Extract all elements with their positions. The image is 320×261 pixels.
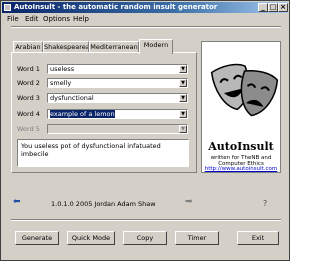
minimize-button[interactable]: _ (258, 3, 268, 12)
word-5-select: ▼ (47, 124, 188, 134)
word-2-select[interactable]: smelly ▼ (47, 78, 188, 88)
logo-panel: AutoInsult written for TheNB and Compute… (201, 41, 281, 173)
word-4-value: example of a lemon (50, 110, 115, 118)
back-arrow-icon[interactable]: ⬅ (13, 197, 21, 207)
chevron-down-icon[interactable]: ▼ (179, 94, 187, 102)
copy-button[interactable]: Copy (123, 231, 167, 245)
close-button[interactable]: × (278, 3, 288, 12)
version-text: 1.0.1.0 2005 Jordan Adam Shaw (51, 200, 156, 208)
menu-bar: File Edit Options Help (3, 14, 288, 24)
menu-help[interactable]: Help (73, 14, 89, 24)
chevron-down-icon[interactable]: ▼ (179, 110, 187, 118)
theatre-masks-icon (210, 63, 279, 117)
button-bar: Generate Quick Mode Copy Timer Exit (11, 225, 281, 249)
word-3-value: dysfunctional (50, 94, 94, 102)
word-4-label: Word 4 (17, 110, 40, 118)
word-3-select[interactable]: dysfunctional ▼ (47, 93, 188, 103)
separator (11, 219, 281, 221)
maximize-button[interactable]: □ (268, 3, 278, 12)
quick-mode-button[interactable]: Quick Mode (67, 231, 115, 245)
generate-button[interactable]: Generate (15, 231, 59, 245)
menu-file[interactable]: File (7, 14, 19, 24)
word-2-value: smelly (50, 79, 72, 87)
insult-output[interactable]: You useless pot of dysfunctional infatua… (17, 139, 189, 167)
word-4-select[interactable]: example of a lemon ▼ (47, 109, 188, 119)
window-title: AutoInsult - the automatic random insult… (14, 3, 218, 11)
word-5-label: Word 5 (17, 125, 40, 133)
website-link[interactable]: http://www.autoinsult.com (202, 166, 280, 172)
menu-edit[interactable]: Edit (25, 14, 39, 24)
app-icon (4, 4, 11, 11)
word-1-select[interactable]: useless ▼ (47, 64, 188, 74)
word-2-label: Word 2 (17, 79, 40, 87)
forward-arrow-icon[interactable]: ➡ (185, 197, 193, 207)
chevron-down-icon: ▼ (179, 125, 187, 133)
word-1-label: Word 1 (17, 65, 40, 73)
title-bar[interactable]: AutoInsult - the automatic random insult… (2, 2, 288, 13)
main-window: AutoInsult - the automatic random insult… (0, 0, 290, 261)
exit-button[interactable]: Exit (237, 231, 279, 245)
chevron-down-icon[interactable]: ▼ (179, 79, 187, 87)
help-icon[interactable]: ? (263, 199, 267, 208)
separator (11, 26, 281, 28)
tab-modern[interactable]: Modern (139, 39, 173, 54)
word-1-value: useless (50, 65, 75, 73)
menu-options[interactable]: Options (43, 14, 70, 24)
chevron-down-icon[interactable]: ▼ (179, 65, 187, 73)
timer-button[interactable]: Timer (175, 231, 219, 245)
word-3-label: Word 3 (17, 94, 40, 102)
logo-brand: AutoInsult (208, 140, 274, 153)
